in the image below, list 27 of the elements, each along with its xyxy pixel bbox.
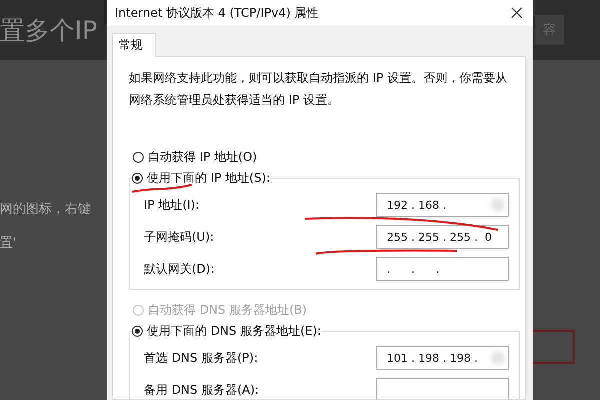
radio-option[interactable]: 自动获得 IP 地址(O): [133, 149, 258, 166]
article-text: 置': [0, 235, 18, 252]
input-field[interactable]: 255 . 255 . 255 . 0: [376, 225, 509, 249]
field-label: 首选 DNS 服务器(P):: [144, 350, 258, 366]
input-field[interactable]: . . .: [376, 257, 509, 281]
page-heading: 置多个IP: [0, 14, 98, 46]
radio-button[interactable]: [133, 152, 144, 163]
field-label: 子网掩码(U):: [144, 228, 214, 246]
redaction-blur: [491, 198, 505, 212]
radio-option[interactable]: 使用下面的 DNS 服务器地址(E):: [132, 323, 322, 340]
article-text: 网的图标，右键: [0, 201, 92, 218]
input-field[interactable]: 192 . 168 .: [376, 193, 509, 217]
radio-button[interactable]: [132, 173, 143, 184]
annotation-underline: [132, 184, 192, 193]
window-title: Internet 协议版本 4 (TCP/IPv4) 属性: [115, 4, 319, 22]
field-label: 备用 DNS 服务器(A):: [144, 382, 260, 398]
close-icon[interactable]: [511, 7, 523, 19]
description-text: 如果网络支持此功能，则可以获取自动指派的 IP 设置。否则，你需要从网络系统管理员处获得适当的 IP 设置。: [129, 70, 508, 109]
radio-option[interactable]: 使用下面的 IP 地址(S):: [132, 170, 270, 187]
radio-button[interactable]: [132, 326, 143, 337]
input-field[interactable]: [376, 378, 509, 399]
field-label: 默认网关(D):: [144, 260, 215, 278]
tab[interactable]: 常规: [112, 33, 156, 57]
highlight-box: [533, 330, 575, 364]
field-label: IP 地址(I):: [144, 196, 200, 214]
input-field[interactable]: 101 . 198 . 198 .: [376, 346, 509, 370]
redaction-blur: [491, 351, 505, 365]
